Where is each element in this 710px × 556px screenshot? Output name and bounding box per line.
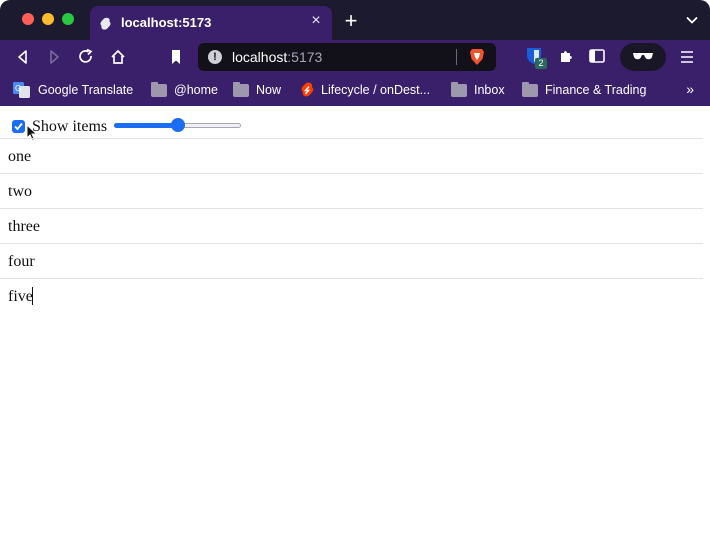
- bookmarks-bar: G Google Translate @home Now Lifecycle /…: [0, 74, 710, 106]
- list-item-text: three: [8, 218, 40, 235]
- google-translate-icon: G: [13, 82, 30, 98]
- chevron-down-icon[interactable]: [686, 14, 698, 26]
- tab-strip: localhost:5173 × +: [0, 0, 710, 40]
- list-item: one: [0, 138, 703, 173]
- new-tab-icon[interactable]: +: [342, 10, 360, 32]
- close-tab-icon[interactable]: ×: [308, 13, 324, 29]
- browser-window: localhost:5173 × + ! localhost:5173 2 G …: [0, 0, 710, 556]
- private-glasses-icon: [633, 53, 653, 60]
- reload-icon[interactable]: [77, 48, 95, 66]
- bookmark-lifecycle[interactable]: Lifecycle / onDest...: [300, 81, 430, 99]
- tab-title: localhost:5173: [121, 15, 212, 30]
- folder-icon: [233, 81, 249, 97]
- bookmark-label: Google Translate: [38, 83, 134, 97]
- bookmark-home-folder[interactable]: @home: [151, 81, 218, 99]
- hamburger-menu-icon[interactable]: [680, 50, 694, 64]
- bookmark-inbox-folder[interactable]: Inbox: [451, 81, 505, 99]
- list-item-text: one: [8, 148, 32, 165]
- url-port: :5173: [287, 49, 323, 65]
- show-items-checkbox[interactable]: [12, 120, 25, 133]
- svelte-icon: [301, 82, 314, 97]
- navigation-toolbar: ! localhost:5173 2: [0, 40, 710, 74]
- list-item: three: [0, 208, 703, 243]
- slider-thumb[interactable]: [171, 118, 185, 132]
- bookmarks-overflow-icon[interactable]: »: [686, 81, 694, 97]
- list-item: four: [0, 243, 703, 278]
- minimize-window-button[interactable]: [42, 13, 54, 25]
- url-text[interactable]: localhost:5173: [232, 49, 322, 65]
- maximize-window-button[interactable]: [62, 13, 74, 25]
- bookmark-google-translate[interactable]: G Google Translate: [13, 81, 133, 99]
- items-list: one two three four five: [0, 138, 703, 313]
- bookmark-finance-folder[interactable]: Finance & Trading: [522, 81, 646, 99]
- bookmark-label: Finance & Trading: [545, 83, 647, 97]
- list-item-text: four: [8, 253, 35, 270]
- bookmark-now-folder[interactable]: Now: [233, 81, 281, 99]
- folder-icon: [451, 81, 467, 97]
- close-window-button[interactable]: [22, 13, 34, 25]
- controls-row: Show items: [0, 106, 710, 142]
- bookmark-label: Lifecycle / onDest...: [321, 83, 431, 97]
- brave-shields-icon[interactable]: [469, 48, 485, 66]
- list-item: two: [0, 173, 703, 208]
- forward-icon[interactable]: [45, 48, 63, 66]
- show-items-label[interactable]: Show items: [32, 118, 107, 136]
- bookmark-label: @home: [174, 83, 218, 97]
- slider-fill: [114, 123, 178, 128]
- home-icon[interactable]: [109, 48, 127, 66]
- extension-badge: 2: [535, 58, 547, 69]
- site-info-icon[interactable]: !: [208, 50, 222, 64]
- address-bar-divider: [456, 49, 457, 65]
- page-content: Show items one two three four five: [0, 106, 710, 556]
- active-tab[interactable]: localhost:5173 ×: [90, 6, 332, 40]
- sidebar-toggle-icon[interactable]: [589, 49, 605, 63]
- bookmark-icon[interactable]: [167, 48, 185, 66]
- bookmark-label: Inbox: [474, 83, 505, 97]
- extensions-puzzle-icon[interactable]: [558, 48, 574, 64]
- text-caret: [32, 287, 33, 305]
- range-slider[interactable]: [114, 118, 242, 132]
- list-item-text: five: [8, 288, 33, 305]
- back-icon[interactable]: [14, 48, 32, 66]
- svg-text:G: G: [15, 84, 21, 93]
- svelte-favicon-icon: [100, 17, 111, 30]
- list-item: five: [0, 278, 703, 313]
- folder-icon: [151, 81, 167, 97]
- url-host: localhost: [232, 49, 288, 65]
- checkmark-icon: [14, 122, 23, 131]
- profile-button[interactable]: [620, 43, 666, 71]
- folder-icon: [522, 81, 538, 97]
- address-bar[interactable]: ! localhost:5173: [198, 43, 496, 71]
- list-item-text: two: [8, 183, 32, 200]
- bookmark-label: Now: [256, 83, 282, 97]
